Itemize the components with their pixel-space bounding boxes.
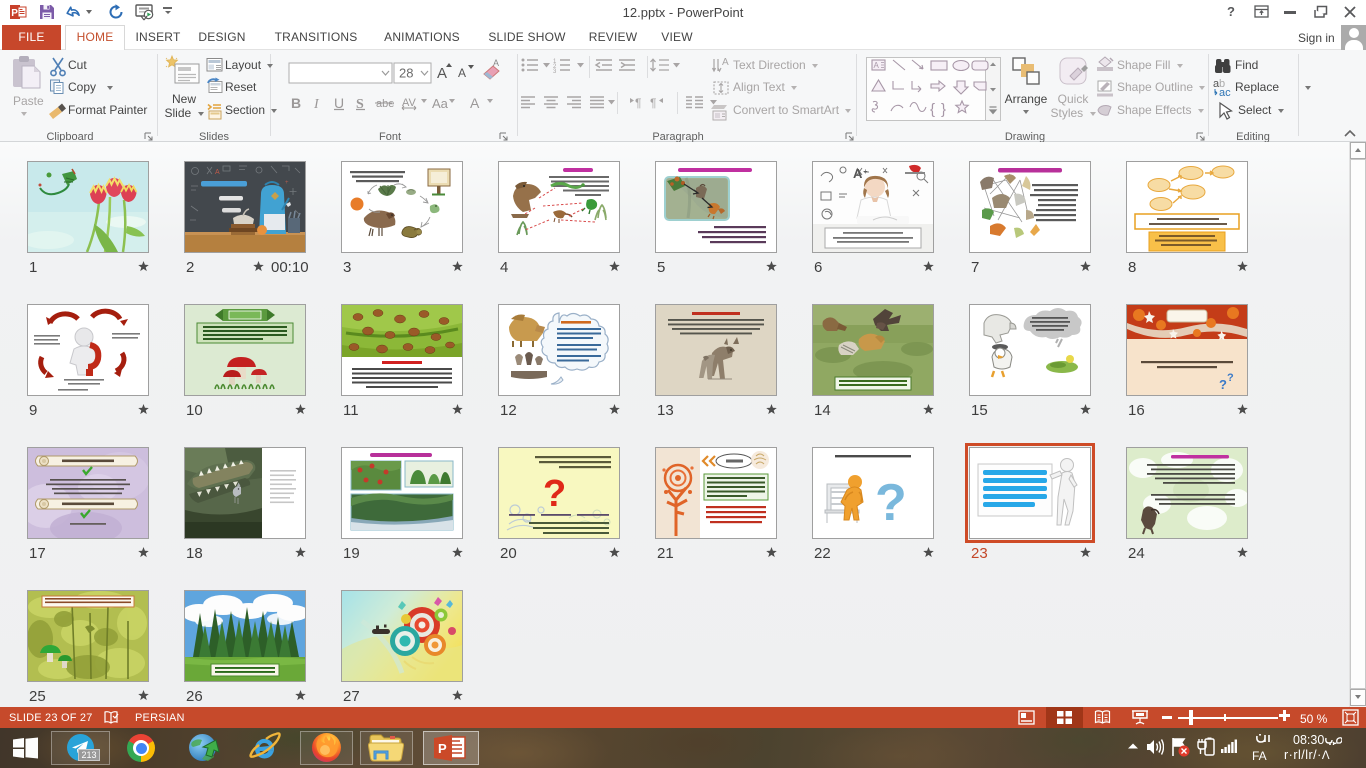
svg-text:+: +	[285, 180, 289, 186]
svg-text:A: A	[493, 58, 499, 68]
svg-text:A: A	[458, 66, 466, 80]
svg-text:A: A	[853, 166, 863, 181]
svg-text:{: {	[930, 101, 935, 118]
svg-text:U: U	[334, 95, 344, 111]
svg-text:AV: AV	[402, 97, 417, 109]
svg-text:abe: abe	[376, 98, 394, 110]
svg-text:A: A	[722, 57, 729, 68]
svg-text:ac: ac	[1219, 87, 1231, 99]
svg-text:?: ?	[1227, 372, 1234, 384]
svg-text:B: B	[291, 95, 301, 111]
svg-text:Aa: Aa	[432, 96, 449, 111]
svg-text:28: 28	[399, 66, 413, 81]
svg-text:A: A	[437, 65, 447, 82]
svg-text:¶: ¶	[650, 96, 656, 110]
svg-text:A: A	[470, 95, 480, 111]
svg-text:I: I	[313, 97, 320, 112]
svg-text:}: }	[941, 101, 946, 118]
svg-text:A: A	[874, 61, 880, 70]
svg-text:?: ?	[1219, 377, 1227, 392]
svg-text:P: P	[438, 741, 447, 756]
svg-text:?: ?	[875, 474, 907, 532]
svg-text:?: ?	[543, 473, 566, 515]
svg-text:A: A	[215, 169, 220, 176]
svg-text:3: 3	[553, 69, 557, 75]
svg-text:+: +	[863, 167, 868, 176]
svg-text:¶: ¶	[635, 96, 641, 110]
